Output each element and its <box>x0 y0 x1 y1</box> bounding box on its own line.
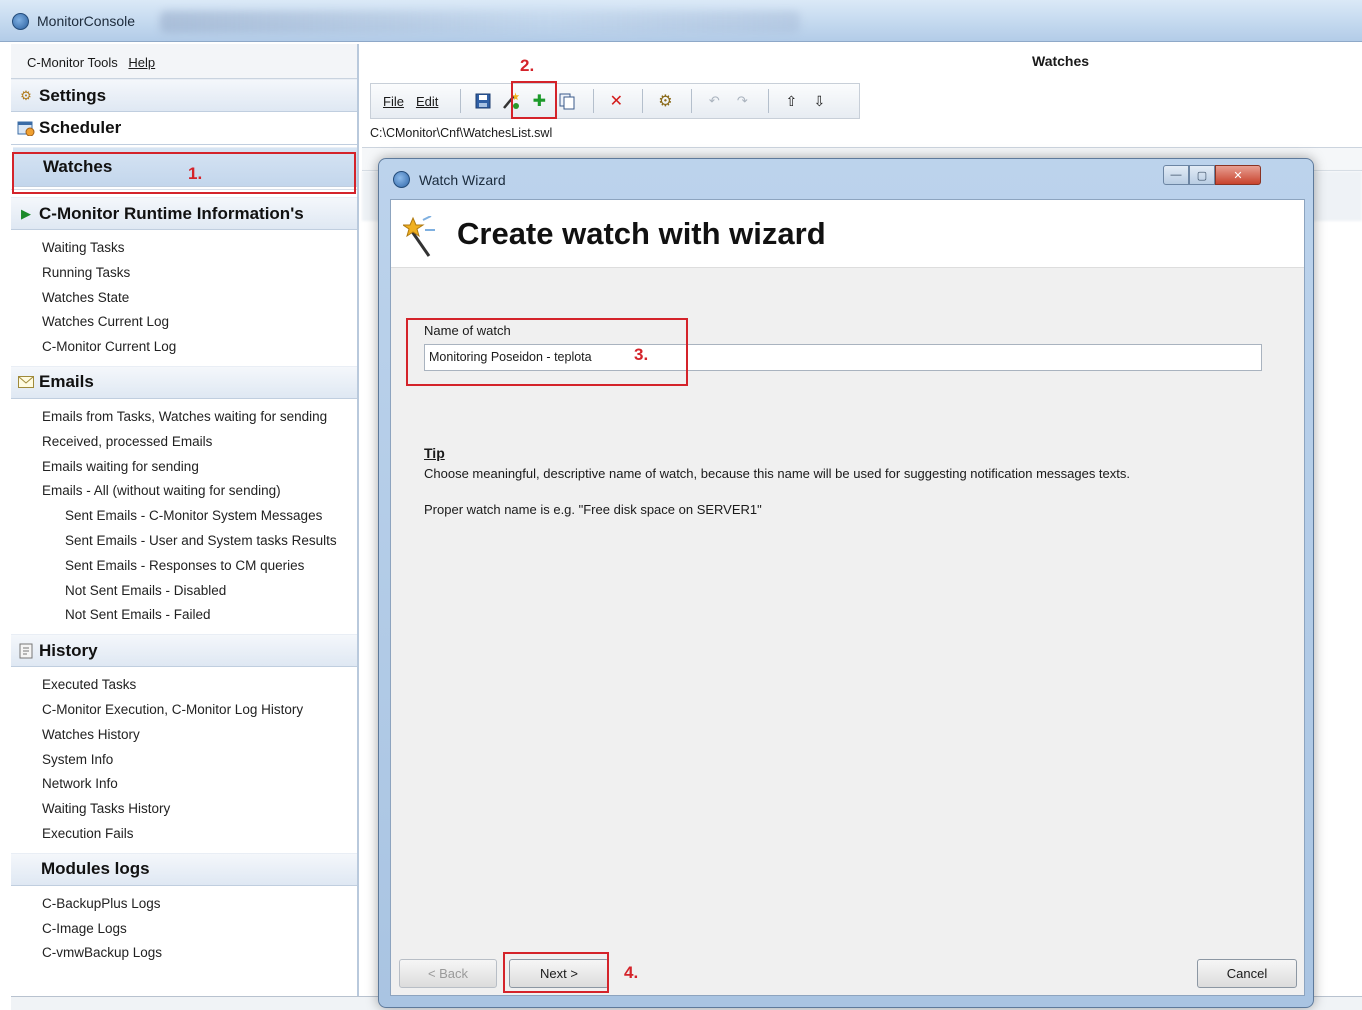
nav-scheduler[interactable]: Scheduler <box>11 112 357 145</box>
app-icon <box>12 13 29 30</box>
window-titlebar: MonitorConsole <box>0 0 1362 42</box>
toolbar-separator <box>642 89 644 113</box>
toolbar-separator <box>691 89 693 113</box>
annotation-step2: 2. <box>520 56 535 75</box>
list-item[interactable]: Watches History <box>42 723 357 748</box>
list-item[interactable]: Emails - All (without waiting for sendin… <box>42 479 357 504</box>
menu-file[interactable]: File <box>383 94 404 109</box>
list-item[interactable]: Sent Emails - User and System tasks Resu… <box>42 529 357 554</box>
list-item[interactable]: C-Monitor Execution, C-Monitor Log Histo… <box>42 698 357 723</box>
list-item[interactable]: C-Image Logs <box>42 917 357 942</box>
nav-settings-label: Settings <box>39 85 107 105</box>
list-item[interactable]: Running Tasks <box>42 261 357 286</box>
list-item[interactable]: Sent Emails - C-Monitor System Messages <box>42 504 357 529</box>
sidebar-menubar: C-Monitor Tools Help <box>11 44 357 79</box>
list-item[interactable]: Emails waiting for sending <box>42 455 357 480</box>
modules-list: C-BackupPlus Logs C-Image Logs C-vmwBack… <box>11 885 357 973</box>
nav-modules-title: Modules logs <box>41 859 150 879</box>
dialog-title: Watch Wizard <box>419 172 506 188</box>
delete-icon[interactable]: ✕ <box>604 88 628 114</box>
list-item[interactable]: Waiting Tasks <box>42 236 357 261</box>
list-item[interactable]: System Info <box>42 748 357 773</box>
toolbar-separator <box>460 89 462 113</box>
copy-doc-icon[interactable] <box>555 88 579 114</box>
magic-wand-icon <box>401 215 439 258</box>
nav-runtime-title: C-Monitor Runtime Information's <box>39 203 304 223</box>
dialog-header: Create watch with wizard <box>391 200 1304 268</box>
nav-watches[interactable]: Watches <box>13 147 357 187</box>
watch-name-input[interactable]: Monitoring Poseidon - teplota <box>424 344 1262 371</box>
close-button[interactable]: ✕ <box>1215 165 1261 185</box>
annotation-step4: 4. <box>624 963 639 982</box>
undo-icon[interactable]: ↶ <box>702 88 726 114</box>
history-log-icon <box>17 643 35 659</box>
nav-modules-header[interactable]: Modules logs <box>11 852 357 886</box>
play-icon: ▶ <box>21 205 31 221</box>
save-icon[interactable] <box>471 88 495 114</box>
titlebar-blurred-text <box>160 11 800 33</box>
redo-icon[interactable]: ↷ <box>730 88 754 114</box>
nav-watches-label: Watches <box>43 157 113 176</box>
move-down-icon[interactable]: ⇩ <box>807 88 831 114</box>
gear-icon: ⚙ <box>20 87 32 103</box>
menu-edit[interactable]: Edit <box>416 94 438 109</box>
nav-emails-title: Emails <box>39 372 94 392</box>
app-icon <box>393 171 410 188</box>
list-item[interactable]: Watches Current Log <box>42 310 357 335</box>
list-item[interactable]: C-Monitor Current Log <box>42 335 357 360</box>
nav-scheduler-label: Scheduler <box>39 118 122 137</box>
list-item[interactable]: C-vmwBackup Logs <box>42 941 357 966</box>
tip-text: Choose meaningful, descriptive name of w… <box>424 466 1130 481</box>
list-item[interactable]: Sent Emails - Responses to CM queries <box>42 554 357 579</box>
nav-runtime-header[interactable]: ▶ C-Monitor Runtime Information's <box>11 197 357 230</box>
cancel-button[interactable]: Cancel <box>1197 959 1297 988</box>
list-item[interactable]: Execution Fails <box>42 822 357 847</box>
minimize-button[interactable]: — <box>1163 165 1189 185</box>
maximize-button[interactable]: ▢ <box>1189 165 1215 185</box>
nav-settings[interactable]: ⚙ Settings <box>11 79 357 112</box>
envelope-icon <box>17 374 35 390</box>
nav-history-header[interactable]: History <box>11 634 357 668</box>
menu-help[interactable]: Help <box>128 55 155 70</box>
annotation-step3: 3. <box>634 345 649 364</box>
list-item[interactable]: Executed Tasks <box>42 673 357 698</box>
nav-emails-header[interactable]: Emails <box>11 365 357 399</box>
list-item[interactable]: Network Info <box>42 772 357 797</box>
divider <box>11 189 357 197</box>
toolbar-separator <box>593 89 595 113</box>
window-buttons: — ▢ ✕ <box>1163 165 1261 185</box>
toolbar-separator <box>768 89 770 113</box>
page-title: Watches <box>362 44 1362 80</box>
settings-icon[interactable]: ⚙ <box>653 88 677 114</box>
list-item[interactable]: Received, processed Emails <box>42 430 357 455</box>
emails-list: Emails from Tasks, Watches waiting for s… <box>11 398 357 635</box>
file-path: C:\CMonitor\Cnf\WatchesList.swl <box>370 126 553 140</box>
tip-title: Tip <box>424 445 445 461</box>
tip-example: Proper watch name is e.g. "Free disk spa… <box>424 502 762 517</box>
list-item[interactable]: Waiting Tasks History <box>42 797 357 822</box>
runtime-list: Waiting Tasks Running Tasks Watches Stat… <box>11 230 357 366</box>
list-item[interactable]: Not Sent Emails - Failed <box>42 603 357 628</box>
nav-history-title: History <box>39 640 98 660</box>
watch-wizard-dialog: Watch Wizard — ▢ ✕ Create watch with wiz… <box>378 158 1314 1008</box>
history-list: Executed Tasks C-Monitor Execution, C-Mo… <box>11 667 357 853</box>
wizard-wand-icon[interactable] <box>499 88 523 114</box>
dialog-body: Create watch with wizard Name of watch M… <box>390 199 1305 996</box>
next-button[interactable]: Next > <box>509 959 609 988</box>
dialog-heading: Create watch with wizard <box>457 216 826 251</box>
list-item[interactable]: Emails from Tasks, Watches waiting for s… <box>42 405 357 430</box>
list-item[interactable]: Not Sent Emails - Disabled <box>42 579 357 604</box>
name-label: Name of watch <box>424 323 511 338</box>
toolbar: File Edit ✚ ✕ ⚙ ↶ ↷ ⇧ ⇩ <box>370 83 860 119</box>
back-button[interactable]: < Back <box>399 959 497 988</box>
list-item[interactable]: C-BackupPlus Logs <box>42 892 357 917</box>
window-title: MonitorConsole <box>37 13 136 29</box>
sidebar: C-Monitor Tools Help ⚙ Settings Schedule… <box>11 44 359 996</box>
menu-cmonitor-tools[interactable]: C-Monitor Tools <box>27 55 118 70</box>
list-item[interactable]: Watches State <box>42 286 357 311</box>
annotation-step1: 1. <box>188 164 203 183</box>
calendar-clock-icon <box>17 120 35 136</box>
move-up-icon[interactable]: ⇧ <box>779 88 803 114</box>
add-icon[interactable]: ✚ <box>527 88 551 114</box>
